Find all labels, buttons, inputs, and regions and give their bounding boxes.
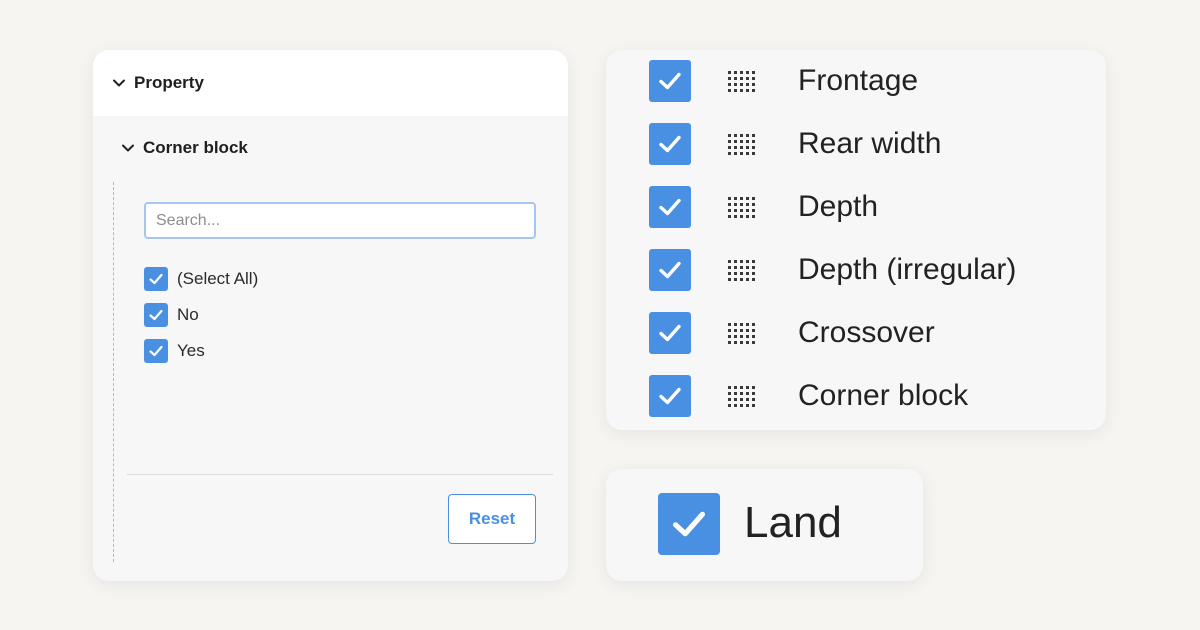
option-label: (Select All)	[177, 269, 259, 288]
checkbox-checked[interactable]	[649, 375, 691, 417]
column-item-rear-width[interactable]: Rear width	[649, 123, 941, 165]
column-item-depth[interactable]: Depth	[649, 186, 878, 228]
column-item-depth-irregular[interactable]: Depth (irregular)	[649, 249, 1016, 291]
checkbox-checked[interactable]	[649, 186, 691, 228]
column-label: Rear width	[798, 127, 942, 160]
column-label: Depth	[798, 190, 879, 223]
checkbox-checked[interactable]	[649, 123, 691, 165]
column-item-corner-block[interactable]: Corner block	[649, 375, 968, 417]
drag-handle-icon[interactable]	[728, 196, 760, 218]
drag-handle-icon[interactable]	[728, 385, 760, 407]
chevron-down-icon[interactable]	[105, 69, 133, 97]
column-item-frontage[interactable]: Frontage	[649, 60, 918, 102]
column-label: Frontage	[798, 64, 919, 97]
divider	[127, 474, 553, 475]
column-list: Frontage Rear width Depth Depth (irregul…	[606, 50, 1106, 430]
checkbox-checked[interactable]	[649, 249, 691, 291]
search-input[interactable]	[144, 202, 536, 239]
property-header-label: Property	[134, 73, 204, 92]
option-label: No	[177, 305, 199, 324]
tree-guide-line	[113, 182, 114, 562]
column-label: Crossover	[798, 316, 935, 349]
column-label: Depth (irregular)	[798, 253, 1017, 286]
option-no[interactable]: No	[144, 303, 199, 327]
drag-handle-icon[interactable]	[728, 133, 760, 155]
corner-block-header-label: Corner block	[143, 138, 248, 157]
checkbox-checked[interactable]	[144, 267, 168, 291]
drag-handle-icon[interactable]	[728, 70, 760, 92]
filter-panel: Property Corner block (Select All) No Ye…	[93, 50, 568, 581]
column-item-crossover[interactable]: Crossover	[649, 312, 935, 354]
option-label: Yes	[177, 341, 205, 360]
checkbox-checked[interactable]	[658, 493, 720, 555]
land-card[interactable]: Land	[606, 469, 923, 581]
checkbox-checked[interactable]	[649, 60, 691, 102]
checkbox-checked[interactable]	[144, 303, 168, 327]
property-header[interactable]: Property	[93, 50, 568, 116]
chevron-down-icon[interactable]	[114, 134, 142, 162]
land-label: Land	[744, 498, 842, 547]
option-yes[interactable]: Yes	[144, 339, 205, 363]
reset-button[interactable]: Reset	[448, 494, 536, 544]
corner-block-header[interactable]: Corner block	[114, 134, 248, 162]
column-label: Corner block	[798, 379, 969, 412]
drag-handle-icon[interactable]	[728, 259, 760, 281]
option-select-all[interactable]: (Select All)	[144, 267, 258, 291]
checkbox-checked[interactable]	[144, 339, 168, 363]
checkbox-checked[interactable]	[649, 312, 691, 354]
drag-handle-icon[interactable]	[728, 322, 760, 344]
